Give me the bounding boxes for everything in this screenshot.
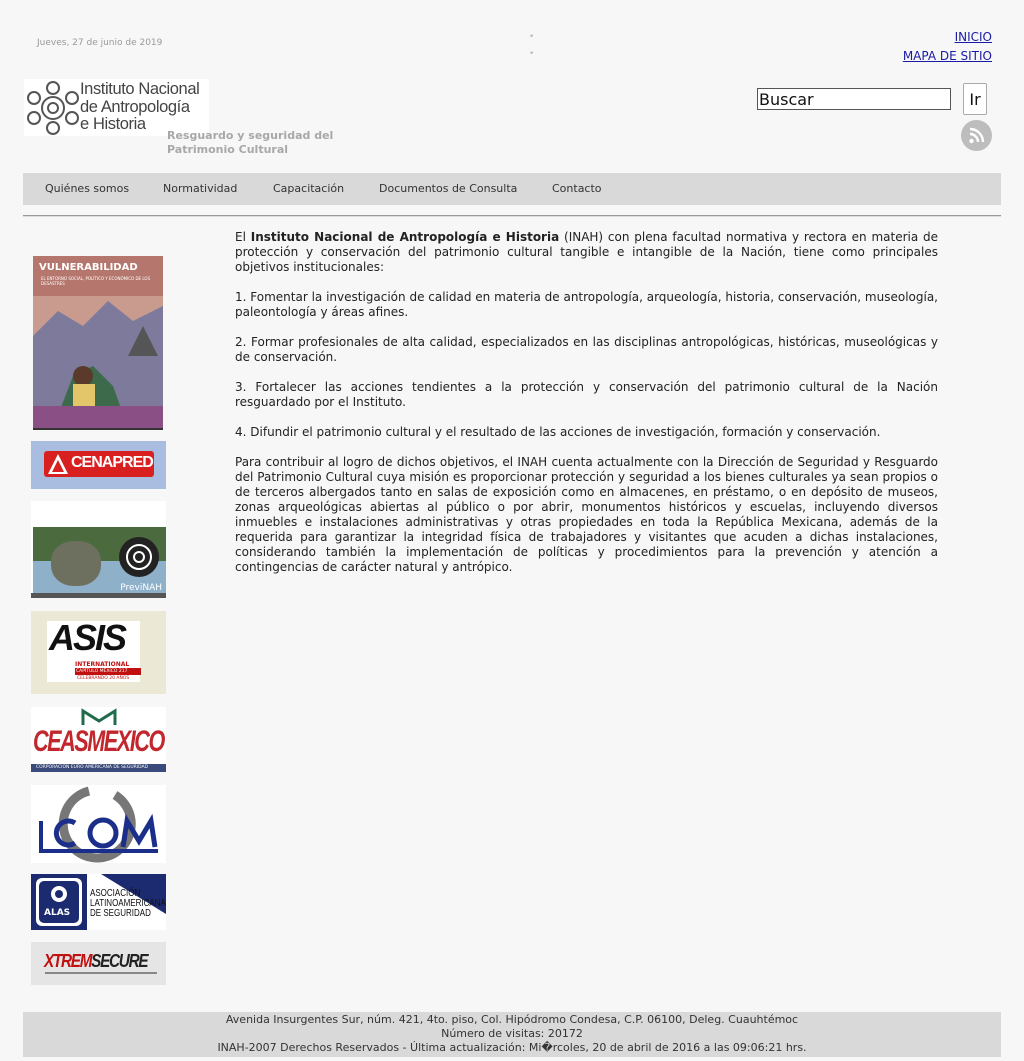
top-links: INICIO MAPA DE SITIO [903, 28, 992, 66]
site-map-link[interactable]: MAPA DE SITIO [903, 47, 992, 66]
nav-contacto[interactable]: Contacto [552, 182, 602, 195]
nav-normatividad[interactable]: Normatividad [163, 182, 237, 195]
footer: Avenida Insurgentes Sur, núm. 421, 4to. … [23, 1012, 1001, 1057]
vulnerabilidad-book-cover[interactable]: VULNERABILIDAD EL ENTORNO SOCIAL, POLÍTI… [33, 256, 163, 430]
ceas-mexico-logo: CEASMEXICO [33, 725, 165, 758]
objective-4: 4. Difundir el patrimonio cultural y el … [235, 425, 881, 439]
asis-banner[interactable]: ASIS INTERNATIONAL CAPÍTULO MÉXICO 217 C… [31, 611, 166, 694]
cenapred-banner[interactable]: CENAPRED [31, 441, 166, 489]
asis-international: INTERNATIONAL [75, 661, 130, 668]
book-title: VULNERABILIDAD [39, 262, 138, 273]
divider [23, 215, 1001, 217]
main-content: El Instituto Nacional de Antropología e … [235, 230, 938, 590]
ceas-mexico-banner[interactable]: CEASMEXICO CORPORACIÓN EURO AMERICANA DE… [31, 707, 166, 772]
ceas-m-icon [81, 708, 117, 725]
asis-logo: ASIS [49, 617, 127, 658]
xtremsecure-logo: XTREMSECURE [44, 951, 149, 971]
previnah-label: PreviNAH [120, 583, 162, 593]
current-date: Jueves, 27 de junio de 2019 [37, 38, 163, 48]
alas-name: ASOCIACIÓN LATINOAMERICANA DE SEGURIDAD [90, 888, 166, 919]
asis-chapter: CAPÍTULO MÉXICO 217 [76, 669, 128, 674]
rss-icon[interactable] [961, 120, 992, 151]
inah-emblem-icon [27, 81, 79, 135]
icom-banner[interactable] [31, 785, 166, 863]
book-subtitle: EL ENTORNO SOCIAL, POLÍTICO Y ECONÓMICO … [41, 276, 151, 286]
nav-quienes-somos[interactable]: Quiénes somos [45, 182, 129, 195]
institute-name: Instituto Nacional de Antropología e His… [250, 230, 560, 244]
xtremsecure-banner[interactable]: XTREMSECURE [31, 942, 166, 985]
header-separator-dots: • • [529, 32, 535, 59]
cenapred-text: CENAPRED [71, 454, 154, 471]
objective-2: 2. Formar profesionales de alta calidad,… [235, 335, 938, 364]
main-nav: Quiénes somos Normatividad Capacitación … [23, 173, 1001, 205]
search-input[interactable] [757, 88, 951, 110]
nav-capacitacion[interactable]: Capacitación [273, 182, 344, 195]
site-subtitle: Resguardo y seguridad del Patrimonio Cul… [167, 129, 334, 156]
inah-logo-text: Instituto Nacional de Antropología e His… [80, 80, 200, 133]
objective-3: 3. Fortalecer las acciones tendientes a … [235, 380, 938, 409]
ceas-tagline: CORPORACIÓN EURO AMERICANA DE SEGURIDAD [36, 765, 149, 770]
closing-paragraph: Para contribuir al logro de dichos objet… [235, 455, 938, 574]
previnah-banner[interactable]: PreviNAH [31, 501, 166, 598]
cenapred-logo-icon [48, 454, 68, 474]
inicio-link[interactable]: INICIO [903, 28, 992, 47]
inah-emblem-icon [119, 537, 159, 577]
visit-counter: Número de visitas: 20172 [441, 1027, 583, 1040]
alas-banner[interactable]: ALAS ASOCIACIÓN LATINOAMERICANA DE SEGUR… [31, 874, 166, 930]
icom-logo-icon [39, 786, 158, 863]
nav-documentos[interactable]: Documentos de Consulta [379, 182, 517, 195]
asis-celebration: CELEBRANDO 20 AÑOS [77, 676, 130, 681]
footer-address: Avenida Insurgentes Sur, núm. 421, 4to. … [225, 1013, 799, 1026]
alas-logo-text: ALAS [44, 908, 71, 918]
inah-logo[interactable]: Instituto Nacional de Antropología e His… [24, 79, 209, 136]
search-button[interactable]: Ir [963, 83, 987, 115]
intro-paragraph: El Instituto Nacional de Antropología e … [235, 230, 939, 274]
footer-rights: INAH-2007 Derechos Reservados - Última a… [217, 1041, 807, 1054]
objective-1: 1. Fomentar la investigación de calidad … [235, 290, 938, 319]
